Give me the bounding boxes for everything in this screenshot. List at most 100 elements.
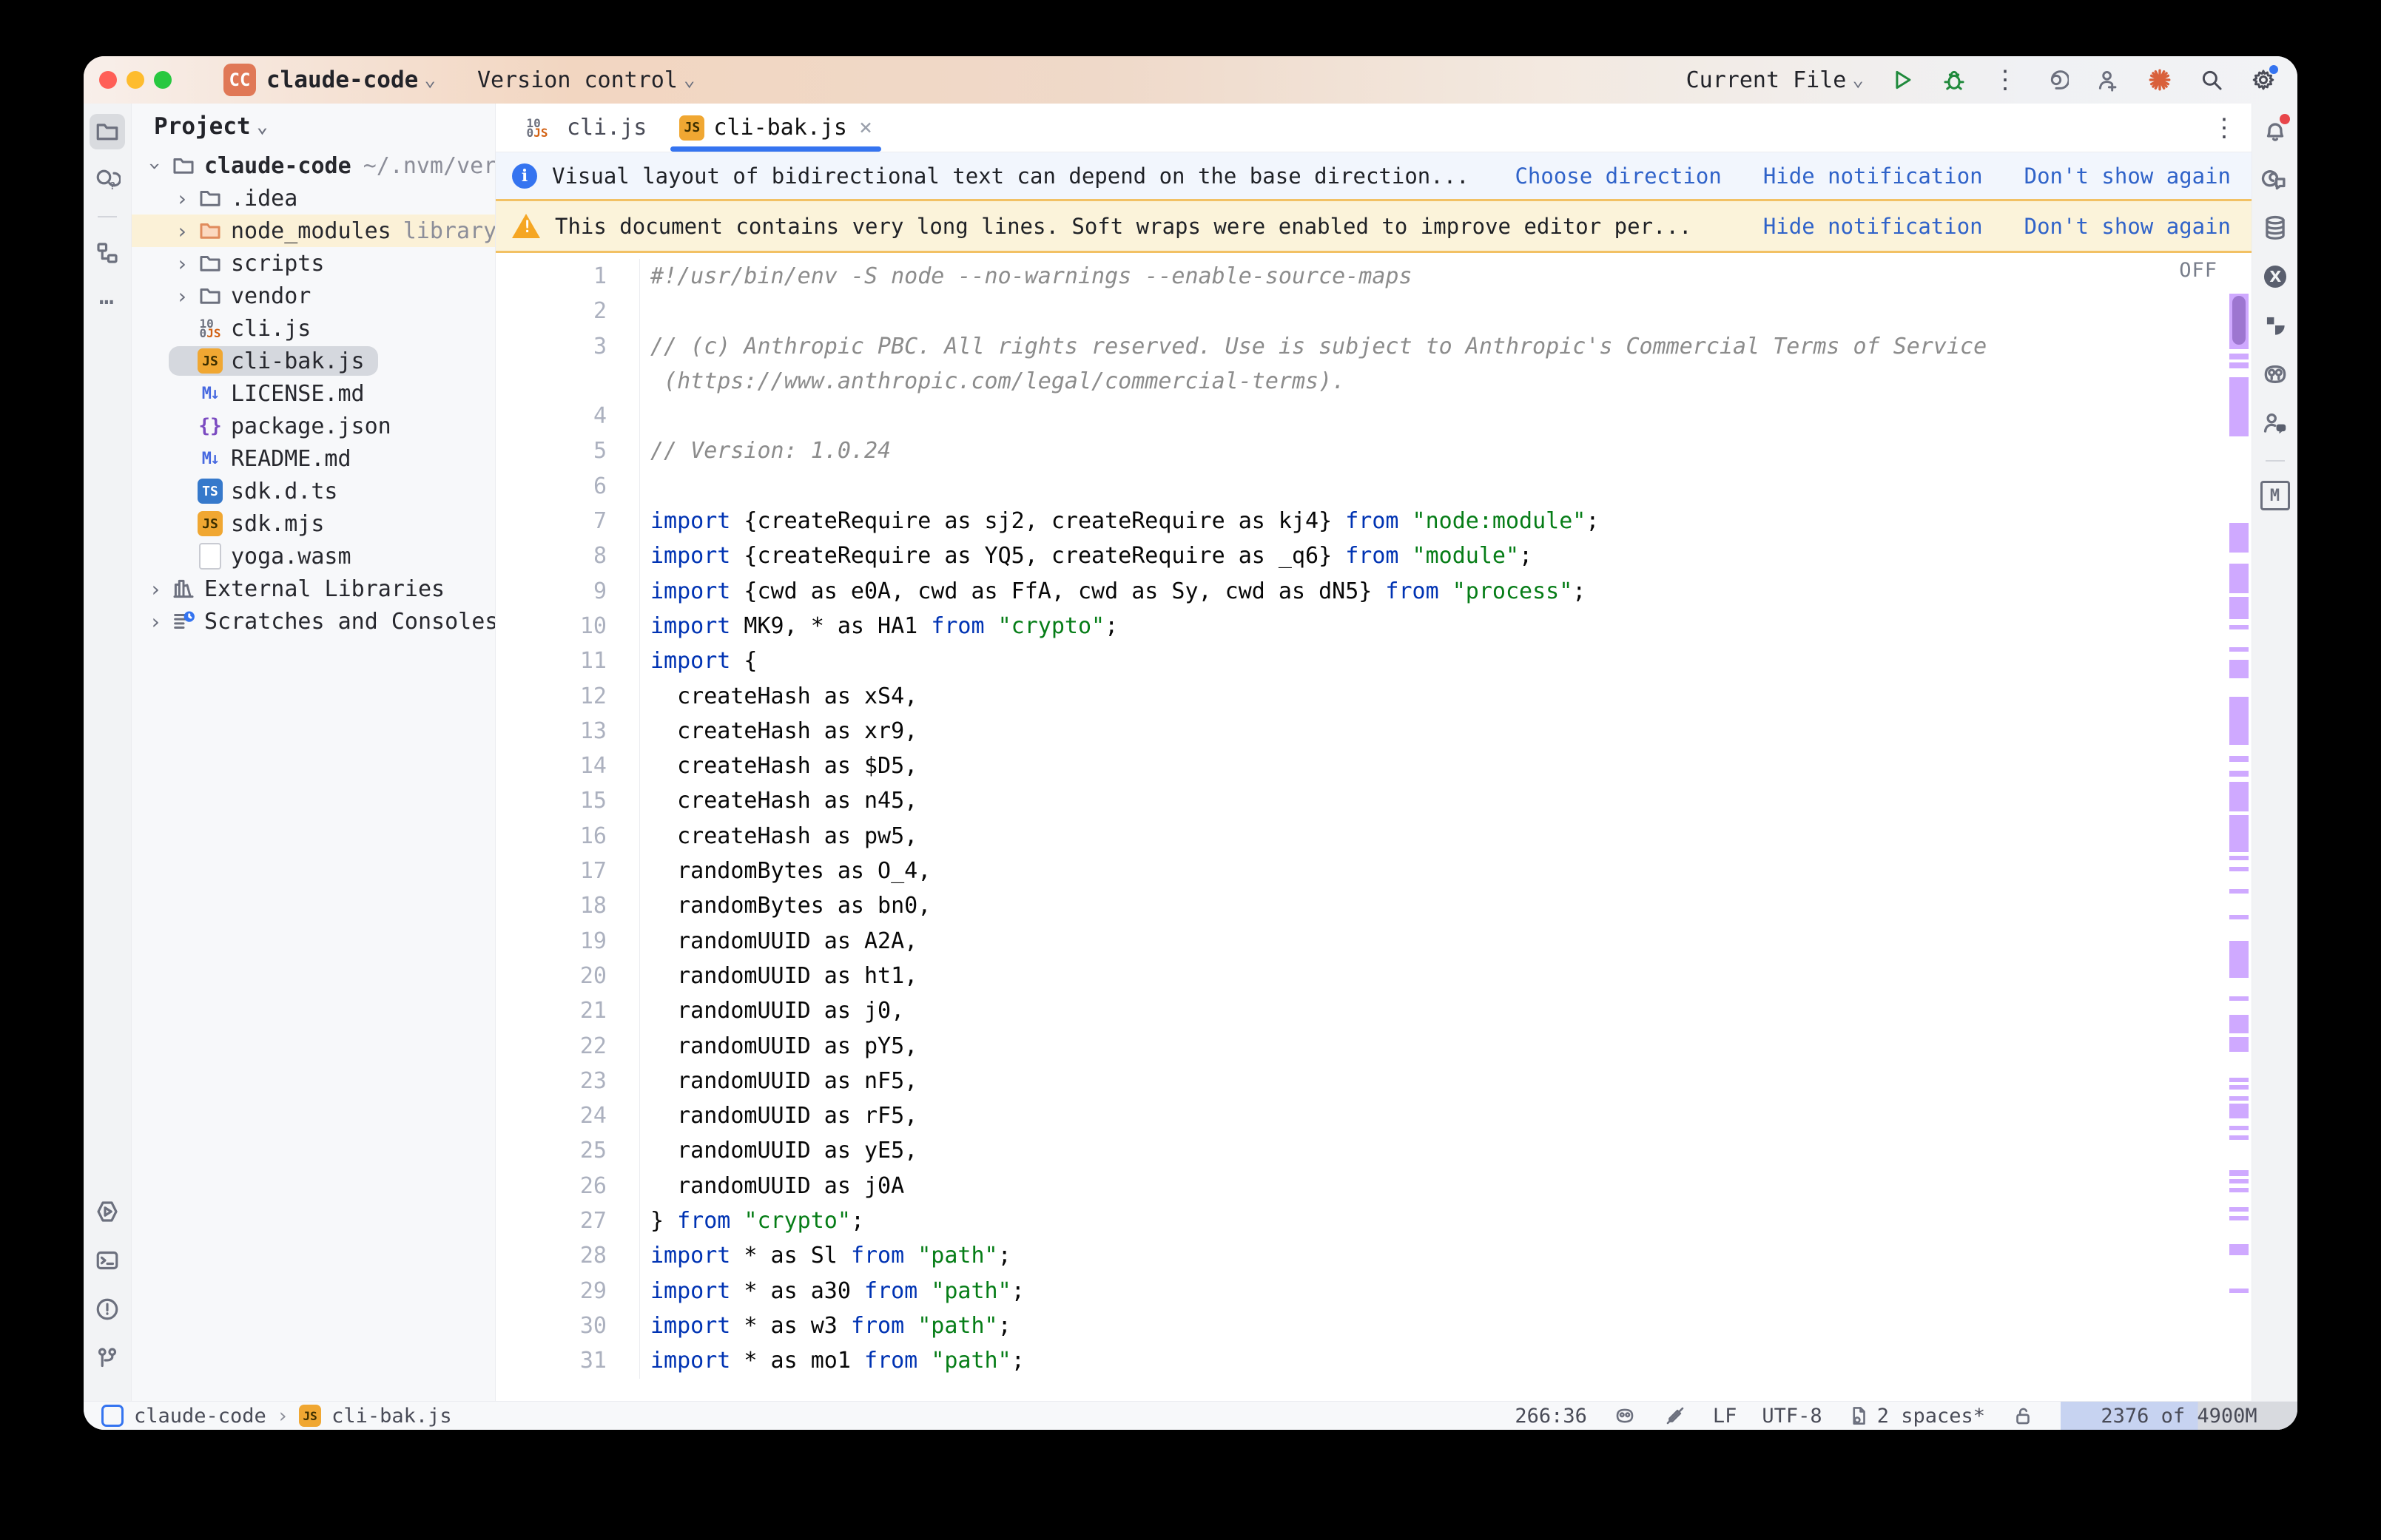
- vcs-change-marker[interactable]: [2229, 889, 2249, 894]
- error-stripe[interactable]: [2228, 253, 2250, 1401]
- vcs-change-marker[interactable]: [2229, 815, 2249, 852]
- vcs-change-marker[interactable]: [2229, 1170, 2249, 1176]
- code-line[interactable]: 22 randomUUID as pY5,: [496, 1029, 2252, 1064]
- project-panel-header[interactable]: Project⌄: [132, 104, 495, 149]
- user-chat-button[interactable]: [2259, 407, 2291, 439]
- vcs-change-marker[interactable]: [2229, 625, 2249, 629]
- project-menu-label[interactable]: claude-code: [266, 67, 418, 93]
- vcs-change-marker[interactable]: [2229, 377, 2249, 436]
- tree-row[interactable]: yoga.wasm: [132, 540, 495, 573]
- code-line[interactable]: 2: [496, 294, 2252, 328]
- code-line[interactable]: (https://www.anthropic.com/legal/commerc…: [496, 364, 2252, 399]
- no-inspections-icon[interactable]: [1663, 1403, 1688, 1428]
- vcs-change-marker[interactable]: [2229, 1015, 2249, 1033]
- tree-chevron-icon[interactable]: ›: [169, 284, 195, 308]
- tree-row[interactable]: JScli-bak.js: [132, 345, 495, 377]
- code-line[interactable]: 31import * as mo1 from "path";: [496, 1343, 2252, 1378]
- code-line[interactable]: 11import {: [496, 644, 2252, 678]
- terminal-tool-window-button[interactable]: [90, 1243, 125, 1278]
- code-line[interactable]: 3// (c) Anthropic PBC. All rights reserv…: [496, 329, 2252, 364]
- debug-button[interactable]: [1941, 67, 1967, 93]
- tree-row[interactable]: ›scripts: [132, 247, 495, 280]
- add-user-button[interactable]: [2095, 67, 2121, 93]
- breadcrumb-file[interactable]: cli-bak.js: [331, 1405, 452, 1428]
- vcs-change-marker[interactable]: [2229, 915, 2249, 919]
- code-line[interactable]: 8import {createRequire as YQ5, createReq…: [496, 538, 2252, 573]
- code-line[interactable]: 19 randomUUID as A2A,: [496, 924, 2252, 959]
- code-line[interactable]: 28import * as Sl from "path";: [496, 1238, 2252, 1273]
- services-tool-window-button[interactable]: [90, 1194, 125, 1229]
- code-line[interactable]: 20 randomUUID as ht1,: [496, 959, 2252, 993]
- run-configuration-selector[interactable]: Current File⌄: [1686, 67, 1864, 93]
- unlock-icon[interactable]: [2010, 1403, 2035, 1428]
- structure-tool-window-button[interactable]: [90, 235, 125, 271]
- vcs-change-marker[interactable]: [2229, 856, 2249, 860]
- project-tool-window-button[interactable]: [90, 114, 125, 149]
- breadcrumb-project[interactable]: claude-code: [134, 1405, 266, 1428]
- hide-notification-link[interactable]: Hide notification: [1763, 214, 1983, 239]
- copilot-button[interactable]: [2259, 358, 2291, 391]
- version-control-menu[interactable]: Version control: [477, 67, 678, 93]
- memory-indicator[interactable]: 2376 of 4900M: [2061, 1402, 2297, 1430]
- scrollbar-thumb[interactable]: [2232, 296, 2246, 345]
- highlighting-off-label[interactable]: OFF: [2179, 259, 2217, 282]
- code-line[interactable]: 21 randomUUID as j0,: [496, 993, 2252, 1028]
- problems-tool-window-button[interactable]: [90, 1291, 125, 1327]
- tree-row[interactable]: TSsdk.d.ts: [132, 475, 495, 507]
- vcs-change-marker[interactable]: [2229, 756, 2249, 762]
- line-separator-widget[interactable]: LF: [1713, 1405, 1737, 1428]
- settings-button[interactable]: [2250, 67, 2277, 93]
- ai-assistant-icon[interactable]: [2043, 67, 2070, 93]
- tree-row[interactable]: ›node_moduleslibrary: [132, 215, 495, 247]
- tree-row[interactable]: ›vendor: [132, 280, 495, 312]
- tree-row[interactable]: M↓LICENSE.md: [132, 377, 495, 410]
- code-line[interactable]: 16 createHash as pw5,: [496, 819, 2252, 854]
- code-line[interactable]: 23 randomUUID as nF5,: [496, 1064, 2252, 1098]
- copilot-status-icon[interactable]: [1612, 1403, 1637, 1428]
- vcs-change-marker[interactable]: [2229, 1135, 2249, 1140]
- close-tab-icon[interactable]: ×: [859, 115, 872, 141]
- vcs-change-marker[interactable]: [2229, 996, 2249, 1001]
- code-line[interactable]: 6: [496, 469, 2252, 504]
- tree-row[interactable]: {}package.json: [132, 410, 495, 442]
- vcs-change-marker[interactable]: [2229, 941, 2249, 978]
- notifications-button[interactable]: [2259, 114, 2291, 146]
- run-button[interactable]: [1889, 67, 1916, 93]
- tree-row[interactable]: ›Scratches and Consoles: [132, 605, 495, 638]
- code-line[interactable]: 1#!/usr/bin/env -S node --no-warnings --…: [496, 259, 2252, 294]
- caret-position[interactable]: 266:36: [1515, 1405, 1587, 1428]
- pull-requests-icon[interactable]: ?: [90, 163, 125, 198]
- code-line[interactable]: 7import {createRequire as sj2, createReq…: [496, 504, 2252, 538]
- tree-chevron-icon[interactable]: ›: [142, 577, 169, 601]
- dont-show-again-link[interactable]: Don't show again: [2024, 163, 2231, 189]
- vcs-change-marker[interactable]: [2229, 564, 2249, 593]
- code-line[interactable]: 30import * as w3 from "path";: [496, 1308, 2252, 1343]
- code-editor[interactable]: 1#!/usr/bin/env -S node --no-warnings --…: [496, 253, 2252, 1401]
- vcs-change-marker[interactable]: [2229, 1096, 2249, 1101]
- code-line[interactable]: 26 randomUUID as j0A: [496, 1169, 2252, 1203]
- vcs-change-marker[interactable]: [2229, 1078, 2249, 1082]
- search-everywhere-button[interactable]: [2198, 67, 2225, 93]
- code-line[interactable]: 24 randomUUID as rF5,: [496, 1098, 2252, 1133]
- tree-chevron-icon[interactable]: ›: [169, 186, 195, 211]
- code-line[interactable]: 12 createHash as xS4,: [496, 679, 2252, 714]
- vcs-change-marker[interactable]: [2229, 1179, 2249, 1183]
- m-plugin-button[interactable]: M: [2259, 479, 2291, 512]
- vcs-change-marker[interactable]: [2229, 1126, 2249, 1130]
- shapes-plugin-button[interactable]: [2259, 309, 2291, 342]
- tree-chevron-icon[interactable]: ›: [142, 609, 169, 634]
- code-line[interactable]: 27} from "crypto";: [496, 1203, 2252, 1238]
- tree-chevron-icon[interactable]: ›: [144, 152, 168, 179]
- vcs-change-marker[interactable]: [2229, 354, 2249, 359]
- tree-row[interactable]: JSsdk.mjs: [132, 507, 495, 540]
- zoom-window-button[interactable]: [154, 71, 172, 89]
- tab-cli-bak-js[interactable]: JS cli-bak.js ×: [663, 104, 889, 152]
- vcs-change-marker[interactable]: [2229, 1085, 2249, 1090]
- vcs-change-marker[interactable]: [2229, 1244, 2249, 1255]
- x-circle-plugin-button[interactable]: X: [2259, 260, 2291, 293]
- vcs-change-marker[interactable]: [2229, 647, 2249, 652]
- vcs-change-marker[interactable]: [2229, 597, 2249, 619]
- vcs-change-marker[interactable]: [2229, 782, 2249, 811]
- encoding-widget[interactable]: UTF-8: [1762, 1405, 1822, 1428]
- tab-cli-js[interactable]: 100JS cli.js: [506, 104, 663, 152]
